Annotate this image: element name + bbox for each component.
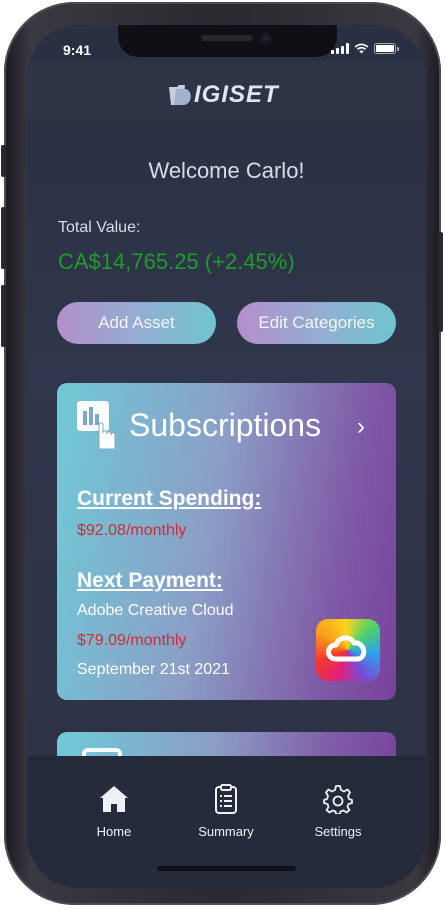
bottom-tab-bar: Home Summary Settings bbox=[27, 756, 426, 888]
subscriptions-card[interactable]: Subscriptions › Current Spending: $92.08… bbox=[57, 383, 396, 700]
gear-icon bbox=[323, 785, 353, 814]
tab-summary[interactable]: Summary bbox=[186, 784, 266, 839]
edit-categories-button[interactable]: Edit Categories bbox=[237, 302, 396, 344]
tab-settings[interactable]: Settings bbox=[298, 784, 378, 839]
home-indicator[interactable] bbox=[157, 866, 296, 871]
tab-settings-label: Settings bbox=[314, 824, 362, 839]
mute-switch bbox=[1, 145, 6, 177]
chart-touch-icon bbox=[77, 401, 116, 450]
add-asset-button[interactable]: Add Asset bbox=[57, 302, 216, 344]
wifi-icon bbox=[354, 43, 369, 54]
total-value-amount: CA$14,765.25 (+2.45%) bbox=[58, 249, 295, 274]
volume-up-button bbox=[1, 207, 6, 269]
current-spending-value: $92.08/monthly bbox=[77, 522, 187, 539]
logo-text: IGISET bbox=[194, 81, 279, 108]
tab-home-label: Home bbox=[96, 824, 132, 839]
cellular-signal-icon bbox=[331, 43, 349, 54]
power-button bbox=[438, 232, 443, 332]
speaker bbox=[201, 35, 253, 41]
battery-icon bbox=[374, 43, 399, 54]
home-icon bbox=[100, 786, 128, 812]
next-payment-heading: Next Payment: bbox=[77, 569, 223, 592]
welcome-message: Welcome Carlo! bbox=[148, 158, 305, 183]
front-camera bbox=[260, 32, 272, 44]
app-screen: 9:41 IGISET Welcome Carlo! Total Value: … bbox=[27, 25, 426, 888]
subscriptions-title: Subscriptions bbox=[129, 407, 322, 443]
total-value-label: Total Value: bbox=[58, 219, 141, 236]
next-payment-service: Adobe Creative Cloud bbox=[77, 602, 234, 619]
phone-frame: 9:41 IGISET Welcome Carlo! Total Value: … bbox=[1, 2, 443, 905]
next-payment-amount: $79.09/monthly bbox=[77, 632, 187, 649]
volume-down-button bbox=[1, 285, 6, 347]
adobe-creative-cloud-logo bbox=[316, 619, 380, 681]
notch bbox=[118, 25, 337, 57]
clipboard-icon bbox=[215, 784, 237, 814]
next-payment-date: September 21st 2021 bbox=[77, 661, 230, 678]
app-logo: IGISET bbox=[167, 81, 279, 109]
tab-summary-label: Summary bbox=[198, 824, 254, 839]
chevron-right-icon[interactable]: › bbox=[357, 413, 365, 441]
status-time: 9:41 bbox=[63, 42, 92, 58]
logo-d-mark-icon bbox=[169, 85, 191, 105]
tab-home[interactable]: Home bbox=[74, 784, 154, 839]
status-icons bbox=[331, 43, 399, 54]
current-spending-heading: Current Spending: bbox=[77, 487, 262, 510]
